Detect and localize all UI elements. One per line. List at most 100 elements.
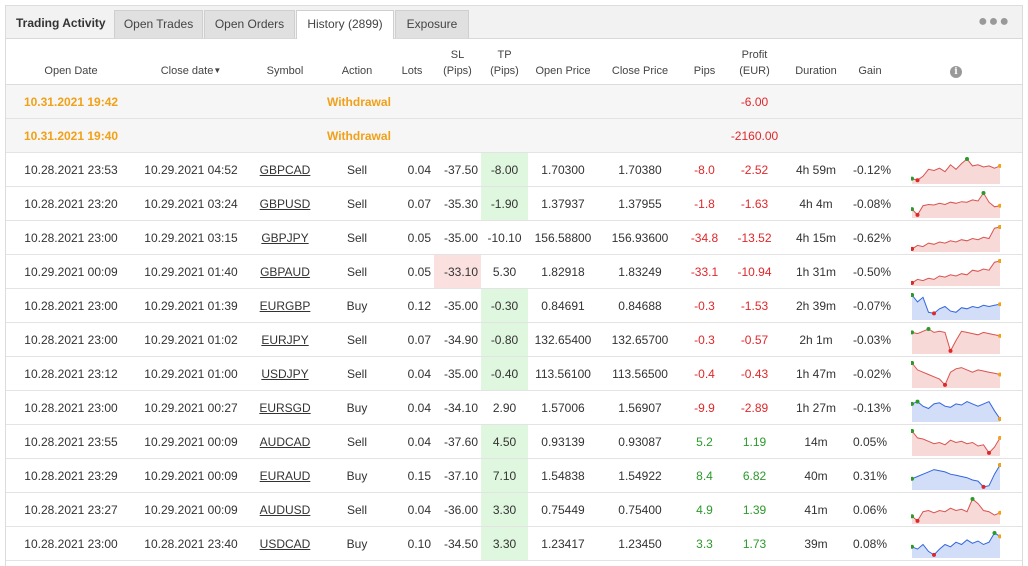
trade-sparkline: [911, 530, 1001, 558]
chart-cell: [890, 118, 1022, 153]
pips-cell: -0.3: [682, 322, 727, 357]
symbol-link[interactable]: EURSGD: [246, 390, 324, 425]
pips-cell: 5.2: [682, 424, 727, 459]
symbol-link[interactable]: GBPJPY: [246, 220, 324, 255]
symbol-link[interactable]: EURJPY: [246, 322, 324, 357]
sparkline-area: [912, 226, 1000, 252]
col-lots[interactable]: Lots: [390, 39, 434, 85]
col-close-price[interactable]: Close Price: [598, 39, 682, 85]
open-price-cell: 1.54838: [528, 458, 598, 493]
more-dots-icon[interactable]: ●●●: [978, 13, 1010, 31]
tab-history[interactable]: History (2899): [296, 10, 394, 39]
symbol-link[interactable]: USDJPY: [246, 356, 324, 391]
symbol-link[interactable]: GBPCAD: [246, 152, 324, 187]
col-open-price[interactable]: Open Price: [528, 39, 598, 85]
trade-sparkline: [911, 399, 1001, 422]
duration-cell: 1h 27m: [782, 390, 850, 425]
symbol-link[interactable]: EURAUD: [246, 458, 324, 493]
sparkline-area: [912, 401, 1000, 422]
close-price-cell: [598, 84, 682, 119]
pips-cell: [682, 118, 727, 153]
info-icon[interactable]: i: [950, 66, 962, 78]
col-sl-unit: (Pips): [443, 65, 472, 77]
trade-sparkline: [911, 428, 1001, 456]
profit-cell: -2.52: [727, 152, 782, 187]
open-price-cell: 1.57006: [528, 390, 598, 425]
close-date-cell: [136, 84, 246, 119]
col-tp-unit: (Pips): [490, 65, 519, 77]
duration-cell: 14m: [782, 424, 850, 459]
open-date-cell: 10.31.2021 19:40: [6, 118, 136, 153]
sparkline-area: [912, 430, 1000, 456]
col-profit-unit: (EUR): [739, 65, 770, 77]
col-profit-label: Profit: [741, 49, 768, 61]
action-cell: Sell: [324, 152, 390, 187]
open-price-cell: [528, 118, 598, 153]
symbol-link[interactable]: EURGBP: [246, 288, 324, 323]
chart-cell: [890, 424, 1022, 459]
table-row: 10.29.2021 00:09 10.29.2021 01:40 GBPAUD Se…: [6, 254, 1022, 289]
col-profit[interactable]: Profit (EUR): [727, 39, 782, 85]
col-open-date[interactable]: Open Date: [6, 39, 136, 85]
symbol-link[interactable]: AUDUSD: [246, 492, 324, 527]
symbol-link[interactable]: GBPUSD: [246, 186, 324, 221]
pips-cell: -9.9: [682, 390, 727, 425]
sparkline-min-marker: [981, 484, 986, 489]
open-price-cell: 1.37937: [528, 186, 598, 221]
col-duration[interactable]: Duration: [782, 39, 850, 85]
lots-cell: 0.15: [390, 458, 434, 493]
trading-activity-panel: Trading Activity Open Trades Open Orders…: [5, 5, 1023, 566]
open-date-cell: 10.31.2021 19:42: [6, 84, 136, 119]
symbol-link[interactable]: GBPAUD: [246, 254, 324, 289]
lots-cell: 0.04: [390, 152, 434, 187]
duration-cell: 4h 4m: [782, 186, 850, 221]
table-body: 10.31.2021 19:42 Withdrawal -6.00 10.31.202…: [6, 84, 1022, 561]
chart-cell: [890, 254, 1022, 289]
tp-cell: 3.30: [481, 526, 528, 561]
action-cell: Sell: [324, 322, 390, 357]
pips-cell: -1.8: [682, 186, 727, 221]
tab-open-orders[interactable]: Open Orders: [204, 10, 295, 38]
pips-cell: -34.8: [682, 220, 727, 255]
sparkline-max-marker: [926, 326, 931, 331]
profit-cell: 1.73: [727, 526, 782, 561]
symbol-link[interactable]: AUDCAD: [246, 424, 324, 459]
col-gain[interactable]: Gain: [850, 39, 890, 85]
sparkline-area: [912, 294, 1000, 320]
pips-cell: -0.3: [682, 288, 727, 323]
action-cell: Sell: [324, 186, 390, 221]
sl-cell: -37.10: [434, 458, 481, 493]
col-sl[interactable]: SL (Pips): [434, 39, 481, 85]
tab-exposure[interactable]: Exposure: [395, 10, 469, 38]
col-pips[interactable]: Pips: [682, 39, 727, 85]
profit-cell: -13.52: [727, 220, 782, 255]
gain-cell: [850, 84, 890, 119]
col-close-date[interactable]: Close date▼: [136, 39, 246, 85]
sl-cell: -37.50: [434, 152, 481, 187]
gain-cell: 0.31%: [850, 458, 890, 493]
col-symbol[interactable]: Symbol: [246, 39, 324, 85]
sl-cell: -35.00: [434, 220, 481, 255]
profit-cell: -0.57: [727, 322, 782, 357]
table-row: 10.28.2021 23:29 10.29.2021 00:09 EURAUD Bu…: [6, 458, 1022, 493]
symbol-cell: [246, 84, 324, 119]
open-price-cell: 1.70300: [528, 152, 598, 187]
close-price-cell: 1.56907: [598, 390, 682, 425]
pips-cell: [682, 84, 727, 119]
col-tp[interactable]: TP (Pips): [481, 39, 528, 85]
tp-cell: [481, 118, 528, 153]
sparkline-min-marker: [948, 348, 953, 353]
symbol-link[interactable]: USDCAD: [246, 526, 324, 561]
col-action[interactable]: Action: [324, 39, 390, 85]
open-date-cell: 10.28.2021 23:12: [6, 356, 136, 391]
lots-cell: [390, 84, 434, 119]
duration-cell: 2h 39m: [782, 288, 850, 323]
table-row: 10.28.2021 23:00 10.29.2021 01:02 EURJPY Se…: [6, 322, 1022, 357]
close-date-cell: 10.29.2021 00:09: [136, 458, 246, 493]
chart-cell: [890, 458, 1022, 493]
duration-cell: 39m: [782, 526, 850, 561]
sparkline-min-marker: [915, 212, 920, 217]
sparkline-min-marker: [932, 310, 936, 315]
tab-open-trades[interactable]: Open Trades: [114, 10, 203, 38]
profit-cell: -0.43: [727, 356, 782, 391]
